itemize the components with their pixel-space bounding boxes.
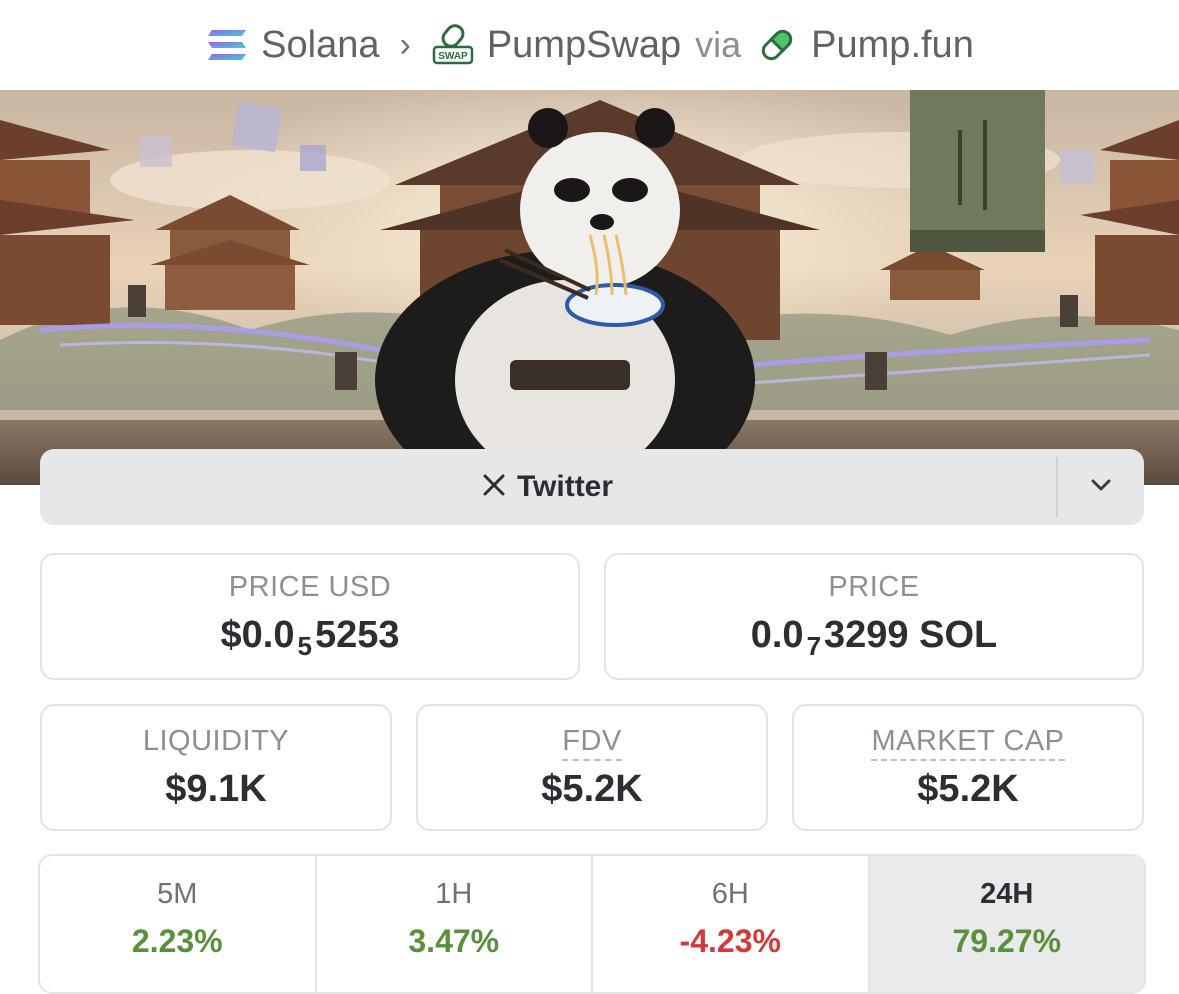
breadcrumb: Solana › SWAP PumpSwap via Pump.fun bbox=[0, 0, 1179, 90]
tab-period-label: 24H bbox=[980, 878, 1034, 910]
twitter-label: Twitter bbox=[516, 470, 614, 503]
price-native-zero-count: 7 bbox=[806, 631, 822, 661]
social-links-bar: Twitter bbox=[40, 449, 1144, 525]
social-dropdown-button[interactable] bbox=[1058, 449, 1144, 525]
dex-crumb[interactable]: SWAP PumpSwap bbox=[431, 23, 681, 67]
price-native-card: PRICE 0.0 73299 SOL bbox=[604, 553, 1144, 680]
price-native-label: PRICE bbox=[828, 571, 920, 603]
tab-6h[interactable]: 6H -4.23% bbox=[593, 856, 870, 992]
solana-logo-icon bbox=[205, 23, 249, 67]
liquidity-label: LIQUIDITY bbox=[142, 724, 290, 757]
pumpswap-logo-icon: SWAP bbox=[431, 23, 475, 67]
tab-period-label: 6H bbox=[711, 878, 749, 910]
market-cap-label[interactable]: MARKET CAP bbox=[871, 724, 1065, 761]
price-usd-card: PRICE USD $0.0 55253 bbox=[40, 553, 580, 680]
tab-change-value: 2.23% bbox=[131, 923, 223, 959]
tab-24h[interactable]: 24H 79.27% bbox=[869, 856, 1144, 992]
price-usd-zero-count: 5 bbox=[297, 631, 312, 661]
price-change-tabs: 5M 2.23% 1H 3.47% 6H -4.23% 24H 79.27% bbox=[38, 854, 1146, 994]
price-native-value: 0.0 73299 SOL bbox=[750, 614, 998, 661]
tab-period-label: 5M bbox=[157, 878, 198, 910]
price-usd-value: $0.0 55253 bbox=[220, 614, 400, 661]
tab-5m[interactable]: 5M 2.23% bbox=[40, 856, 317, 992]
via-text: via bbox=[695, 24, 742, 65]
price-usd-label: PRICE USD bbox=[228, 571, 392, 603]
chevron-right-icon: › bbox=[399, 25, 411, 64]
market-cap-value: $5.2K bbox=[917, 767, 1019, 810]
liquidity-value: $9.1K bbox=[165, 767, 267, 810]
tab-change-value: -4.23% bbox=[679, 923, 781, 959]
chain-crumb[interactable]: Solana bbox=[205, 23, 379, 67]
source-crumb[interactable]: Pump.fun bbox=[755, 23, 974, 67]
pill-icon bbox=[755, 23, 799, 67]
x-logo-icon bbox=[483, 470, 505, 504]
dex-icon-text: SWAP bbox=[438, 51, 468, 62]
token-banner-image bbox=[0, 90, 1179, 485]
source-name: Pump.fun bbox=[811, 23, 974, 66]
chain-name: Solana bbox=[261, 23, 380, 66]
tab-1h[interactable]: 1H 3.47% bbox=[317, 856, 593, 992]
tab-change-value: 3.47% bbox=[408, 923, 500, 959]
tab-period-label: 1H bbox=[435, 878, 473, 910]
twitter-link-button[interactable]: Twitter bbox=[40, 449, 1056, 525]
fdv-label[interactable]: FDV bbox=[562, 724, 622, 761]
chevron-down-icon bbox=[1090, 478, 1112, 497]
dex-name: PumpSwap bbox=[486, 23, 682, 66]
fdv-card[interactable]: FDV $5.2K bbox=[416, 704, 768, 831]
liquidity-card: LIQUIDITY $9.1K bbox=[40, 704, 392, 831]
market-cap-card[interactable]: MARKET CAP $5.2K bbox=[792, 704, 1144, 831]
fdv-value: $5.2K bbox=[541, 767, 643, 810]
tab-change-value: 79.27% bbox=[952, 923, 1062, 959]
